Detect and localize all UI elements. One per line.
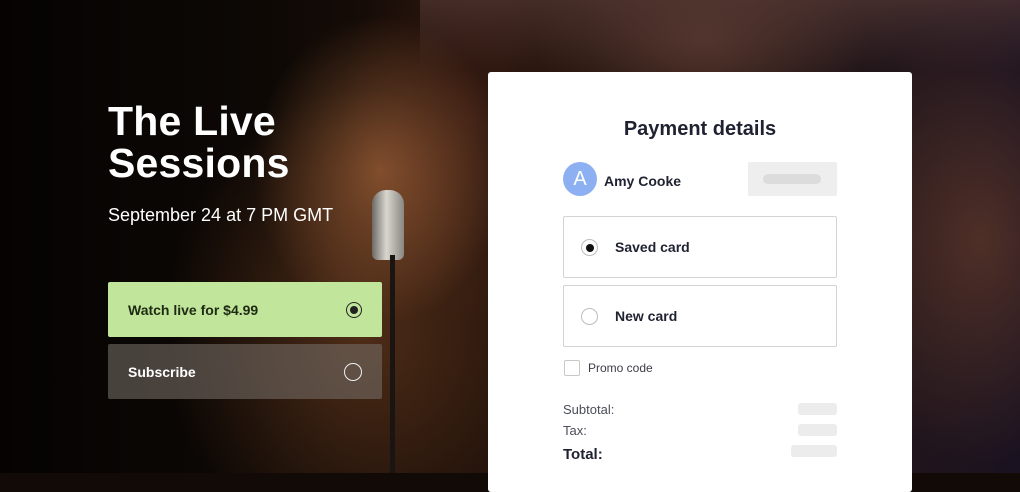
background-stage-lights <box>420 0 1020 70</box>
mic-stand-graphic <box>390 255 395 473</box>
promo-code-toggle[interactable]: Promo code <box>564 360 653 376</box>
event-date: September 24 at 7 PM GMT <box>108 205 334 225</box>
new-card-option[interactable]: New card <box>563 285 837 347</box>
watch-live-label: Watch live for $4.99 <box>128 301 259 318</box>
promo-code-label: Promo code <box>588 361 653 375</box>
subscribe-label: Subscribe <box>128 363 196 380</box>
saved-card-option[interactable]: Saved card <box>563 216 837 278</box>
total-value-placeholder <box>791 445 837 457</box>
saved-card-label: Saved card <box>615 239 690 255</box>
subscribe-option[interactable]: Subscribe <box>108 344 382 399</box>
tax-label: Tax: <box>563 423 587 438</box>
new-card-label: New card <box>615 308 678 324</box>
radio-selected-icon[interactable] <box>581 239 598 256</box>
user-name: Amy Cooke <box>604 173 682 189</box>
event-title: The Live Sessions <box>108 98 290 186</box>
radio-empty-icon[interactable] <box>581 308 598 325</box>
microphone-graphic <box>372 190 404 260</box>
payment-card: Payment details A Amy Cooke Saved card N… <box>488 72 912 492</box>
radio-selected-icon[interactable] <box>346 301 362 318</box>
account-action-button[interactable] <box>748 162 837 196</box>
payment-title: Payment details <box>623 118 777 140</box>
subtotal-label: Subtotal: <box>563 402 615 417</box>
tax-value-placeholder <box>798 424 837 436</box>
subtotal-value-placeholder <box>798 403 837 415</box>
checkbox-icon[interactable] <box>564 360 580 376</box>
placeholder-bar <box>763 174 821 184</box>
total-label: Total: <box>563 446 603 463</box>
radio-empty-icon[interactable] <box>344 362 362 381</box>
watch-live-option[interactable]: Watch live for $4.99 <box>108 282 382 337</box>
avatar: A <box>563 162 597 196</box>
